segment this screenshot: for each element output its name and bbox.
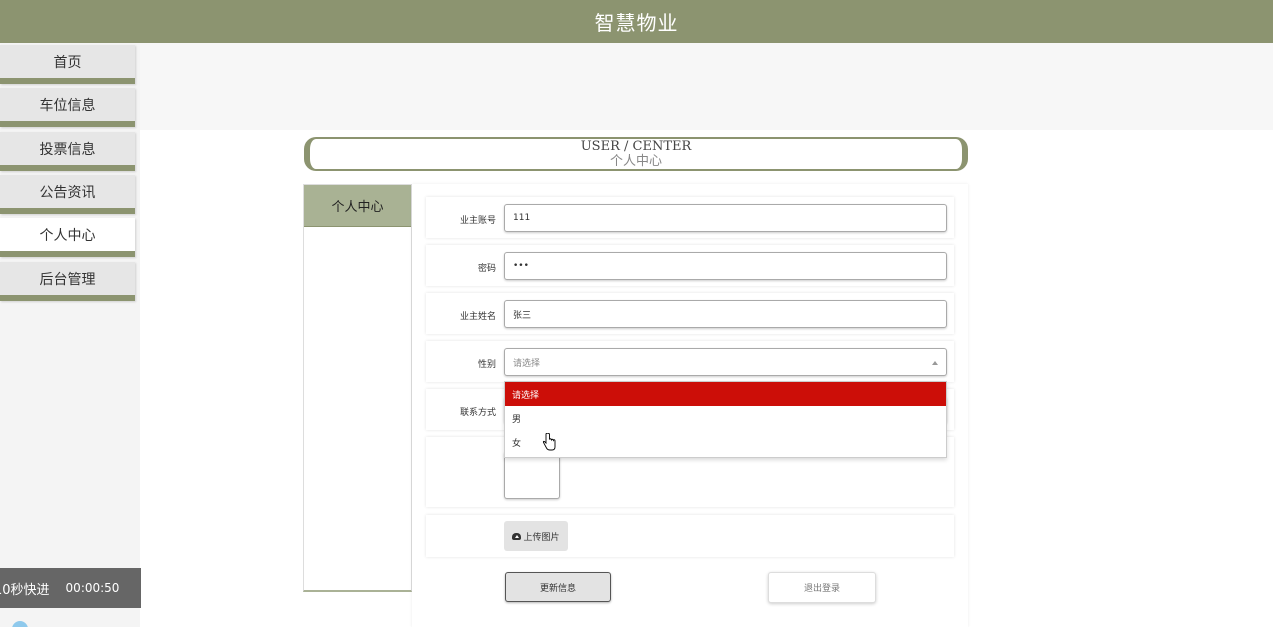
banner-english: USER / CENTER [580,139,692,154]
account-row: 业主账号 111 [426,197,954,238]
top-header: 智慧物业 [0,0,1273,43]
sidebar-item-user-center[interactable]: 个人中心 [0,218,135,257]
sidebar-item-label: 首页 [53,54,82,71]
sidebar-item-label: 投票信息 [39,141,96,158]
account-label: 业主账号 [459,216,496,226]
sidebar-item-admin[interactable]: 后台管理 [0,262,135,301]
hand-cursor-icon [542,433,556,451]
cloud-upload-icon [512,532,522,540]
update-info-button[interactable]: 更新信息 [505,572,611,602]
left-panel: 个人中心 [303,184,412,592]
gender-option-placeholder[interactable]: 请选择 [505,382,946,406]
tab-user-center[interactable]: 个人中心 [304,185,411,227]
tab-label: 个人中心 [331,200,384,215]
upload-label: 上传图片 [523,532,560,543]
sidebar-item-label: 后台管理 [39,271,96,288]
avatar-preview[interactable] [504,452,560,499]
sidebar [0,43,140,627]
gender-select[interactable]: 请选择 [504,348,947,376]
name-input[interactable]: 张三 [504,300,947,328]
name-label: 业主姓名 [459,312,496,322]
gender-dropdown: 请选择 男 女 [504,381,947,458]
name-row: 业主姓名 张三 [426,293,954,334]
gender-row: 性别 请选择 [426,341,954,382]
sidebar-item-home[interactable]: 首页 [0,45,135,84]
sidebar-item-label: 个人中心 [39,227,96,244]
fastforward-overlay[interactable]: 10秒快进 00:00:50 [0,568,141,608]
sidebar-item-label: 车位信息 [39,97,96,114]
sidebar-item-label: 公告资讯 [39,184,96,201]
page-banner: USER / CENTER 个人中心 [304,137,968,171]
contact-label: 联系方式 [459,408,496,418]
playback-time: 00:00:50 [65,581,120,595]
fastforward-label: 10秒快进 [0,582,50,598]
gender-option-male[interactable]: 男 [505,406,946,430]
password-row: 密码 ••• [426,245,954,286]
password-label: 密码 [477,264,496,274]
banner-chinese: 个人中心 [609,154,662,169]
site-title: 智慧物业 [594,11,679,35]
top-strip [140,43,1273,130]
account-input[interactable]: 111 [504,204,947,232]
sidebar-item-notices[interactable]: 公告资讯 [0,175,135,214]
sidebar-item-parking[interactable]: 车位信息 [0,88,135,127]
gender-label: 性别 [477,360,496,370]
logout-button[interactable]: 退出登录 [768,572,876,603]
sidebar-item-vote[interactable]: 投票信息 [0,132,135,171]
upload-image-button[interactable]: 上传图片 [504,521,568,551]
gender-option-female[interactable]: 女 [505,430,946,454]
password-input[interactable]: ••• [504,252,947,280]
gender-select-value: 请选择 [513,358,541,369]
caret-up-icon [932,361,938,365]
